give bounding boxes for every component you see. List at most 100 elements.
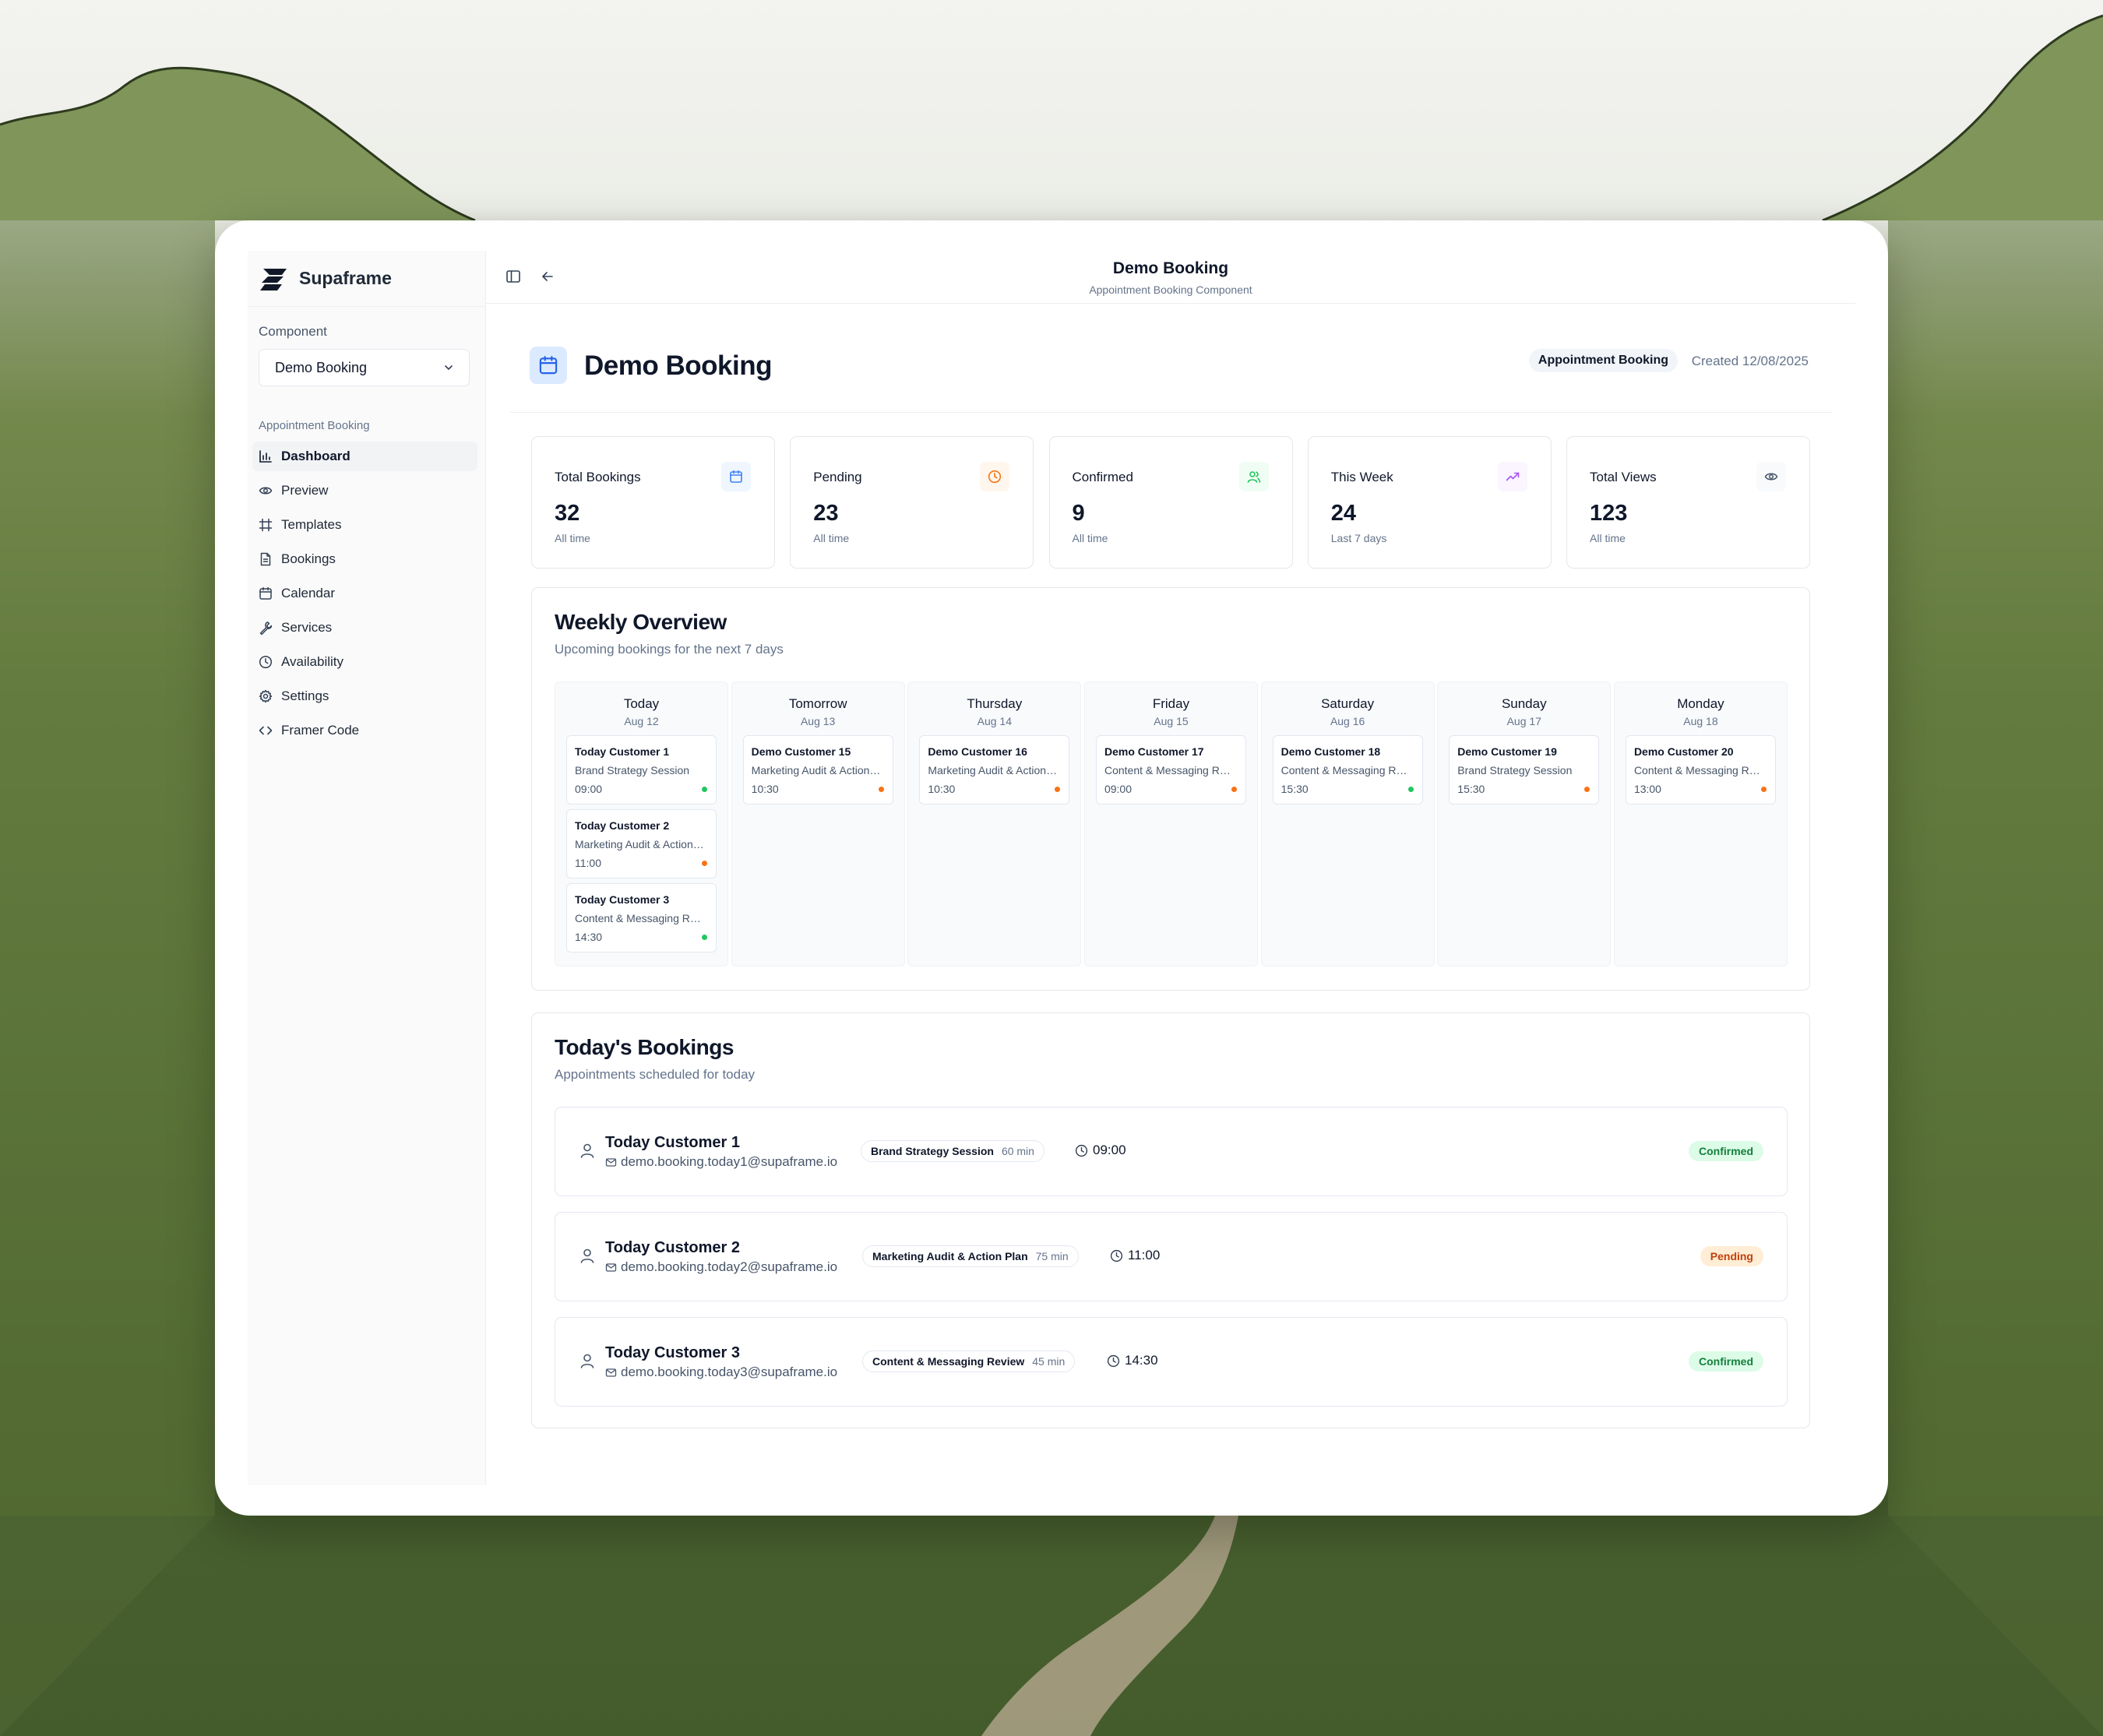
booking-card[interactable]: Today Customer 1 Brand Strategy Session … <box>566 735 717 805</box>
sidebar-item-services[interactable]: Services <box>252 613 477 643</box>
sidebar-item-settings[interactable]: Settings <box>252 681 477 711</box>
file-text-icon <box>260 552 271 566</box>
mail-icon <box>605 1263 617 1272</box>
weekly-overview-card: Weekly Overview Upcoming bookings for th… <box>531 587 1810 991</box>
day-column-sunday: Sunday Aug 17 Demo Customer 19 Brand Str… <box>1437 681 1612 967</box>
clock-icon <box>980 462 1010 491</box>
app-shell: Supaframe Component Demo Booking Appoint… <box>248 251 1855 1485</box>
stat-subtext: Last 7 days <box>1330 532 1387 544</box>
stat-subtext: All time <box>1072 532 1108 544</box>
booking-card[interactable]: Demo Customer 19 Brand Strategy Session … <box>1449 735 1600 805</box>
sidebar-item-calendar[interactable]: Calendar <box>252 579 477 608</box>
day-name: Saturday <box>1321 696 1375 711</box>
booking-card[interactable]: Demo Customer 20 Content & Messaging Rev… <box>1625 735 1776 805</box>
stat-value: 123 <box>1590 501 1628 526</box>
booking-service: Content & Messaging Review <box>1633 764 1766 776</box>
booking-card[interactable]: Demo Customer 18 Content & Messaging Rev… <box>1272 735 1423 805</box>
sidebar-item-label: Templates <box>281 517 342 532</box>
sidebar-item-templates[interactable]: Templates <box>252 510 477 540</box>
booking-time: 15:30 <box>1280 783 1309 795</box>
sidebar-nav: Dashboard Preview Templates Bookings Cal… <box>248 442 485 745</box>
booking-service: Brand Strategy Session <box>1457 764 1573 776</box>
created-date: Created 12/08/2025 <box>1691 354 1809 368</box>
stat-card-total-views: Total Views 123 All time <box>1566 436 1810 569</box>
user-icon <box>580 1248 594 1263</box>
booking-row[interactable]: Today Customer 1 demo.booking.today1@sup… <box>555 1107 1788 1196</box>
customer-name: Today Customer 2 <box>605 1239 740 1256</box>
booking-card[interactable]: Today Customer 3 Content & Messaging Rev… <box>566 883 717 953</box>
component-select[interactable]: Demo Booking <box>259 349 470 386</box>
stat-label: Pending <box>813 470 862 484</box>
booking-time: 14:30 <box>1125 1353 1158 1368</box>
sidebar-item-framer-code[interactable]: Framer Code <box>252 716 477 745</box>
users-icon <box>1238 462 1269 491</box>
sidebar-item-label: Services <box>281 620 333 635</box>
day-column-saturday: Saturday Aug 16 Demo Customer 18 Content… <box>1260 681 1435 967</box>
customer-name: Today Customer 1 <box>605 1134 740 1151</box>
service-duration: 45 min <box>1032 1355 1066 1368</box>
booking-service: Marketing Audit & Action Plan <box>751 764 883 776</box>
status-dot-pending <box>1055 787 1061 792</box>
booking-customer: Demo Customer 15 <box>751 745 851 758</box>
booking-row[interactable]: Today Customer 2 demo.booking.today2@sup… <box>555 1212 1788 1301</box>
clock-icon <box>1107 1354 1120 1367</box>
sidebar-item-bookings[interactable]: Bookings <box>252 544 477 574</box>
booking-card[interactable]: Demo Customer 16 Marketing Audit & Actio… <box>919 735 1070 805</box>
sidebar-item-availability[interactable]: Availability <box>252 647 477 677</box>
service-duration: 60 min <box>1001 1145 1034 1157</box>
booking-service: Content & Messaging Review <box>1280 764 1413 776</box>
eye-icon <box>259 487 273 495</box>
week-days: Today Aug 12 Today Customer 1 Brand Stra… <box>555 681 1788 967</box>
stat-value: 9 <box>1072 501 1085 526</box>
status-dot-pending <box>702 861 707 866</box>
page-header: Demo Booking Appointment Booking Created… <box>509 304 1832 413</box>
todays-bookings-title: Today's Bookings <box>555 1035 734 1059</box>
status-dot-confirmed <box>702 787 707 792</box>
booking-customer: Demo Customer 20 <box>1633 745 1734 758</box>
day-column-friday: Friday Aug 15 Demo Customer 17 Content &… <box>1083 681 1258 967</box>
main-content: Demo Booking Appointment Booking Compone… <box>486 251 1855 1485</box>
stat-card-pending: Pending 23 All time <box>790 436 1034 569</box>
sidebar-item-preview[interactable]: Preview <box>252 476 477 505</box>
status-dot-pending <box>1584 787 1590 792</box>
stat-value: 24 <box>1330 501 1357 526</box>
stat-value: 32 <box>555 501 580 526</box>
sidebar-item-label: Settings <box>281 688 329 703</box>
booking-time: 09:00 <box>1093 1143 1126 1157</box>
booking-card[interactable]: Demo Customer 17 Content & Messaging Rev… <box>1095 735 1246 805</box>
user-icon <box>580 1143 594 1158</box>
booking-time: 11:00 <box>1128 1248 1161 1262</box>
booking-time: 10:30 <box>928 783 956 795</box>
stat-subtext: All time <box>1590 532 1626 544</box>
sidebar-item-label: Preview <box>281 483 329 498</box>
booking-time: 11:00 <box>575 857 601 869</box>
sidebar-item-dashboard[interactable]: Dashboard <box>252 442 477 471</box>
day-date: Aug 12 <box>624 715 659 727</box>
sidebar-item-label: Bookings <box>281 551 336 566</box>
day-date: Aug 18 <box>1683 715 1718 727</box>
day-column-monday: Monday Aug 18 Demo Customer 20 Content &… <box>1613 681 1788 967</box>
trending-up-icon <box>1497 462 1527 491</box>
status-dot-confirmed <box>702 935 707 940</box>
stats-row: Total Bookings 32 All time Pending 23 Al… <box>531 436 1810 569</box>
stat-subtext: All time <box>555 532 590 544</box>
booking-card[interactable]: Demo Customer 15 Marketing Audit & Actio… <box>742 735 893 805</box>
day-column-thursday: Thursday Aug 14 Demo Customer 16 Marketi… <box>907 681 1082 967</box>
app-window: Supaframe Component Demo Booking Appoint… <box>215 220 1888 1516</box>
booking-time: 09:00 <box>575 783 603 795</box>
day-column-tomorrow: Tomorrow Aug 13 Demo Customer 15 Marketi… <box>731 681 905 967</box>
customer-email: demo.booking.today2@supaframe.io <box>621 1259 838 1274</box>
gear-icon <box>259 689 273 703</box>
frame-icon <box>259 518 273 532</box>
bar-chart-icon <box>259 450 272 463</box>
booking-row[interactable]: Today Customer 3 demo.booking.today3@sup… <box>555 1317 1788 1407</box>
booking-card[interactable]: Today Customer 2 Marketing Audit & Actio… <box>566 809 717 879</box>
brand[interactable]: Supaframe <box>248 251 485 307</box>
service-name: Brand Strategy Session <box>871 1145 994 1157</box>
booking-customer: Today Customer 2 <box>575 819 670 832</box>
service-pill: Brand Strategy Session 60 min <box>861 1140 1044 1162</box>
sidebar-item-label: Calendar <box>281 586 335 600</box>
weekly-overview-title: Weekly Overview <box>555 610 727 634</box>
component-select-value: Demo Booking <box>275 359 368 375</box>
service-name: Marketing Audit & Action Plan <box>872 1250 1028 1262</box>
